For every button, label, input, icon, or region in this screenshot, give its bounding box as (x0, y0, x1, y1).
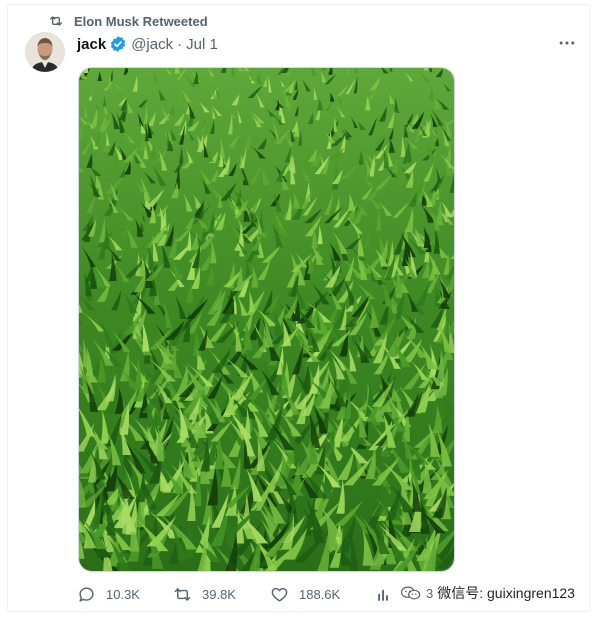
reply-button[interactable]: 10.3K (77, 583, 140, 605)
reply-count: 10.3K (106, 586, 140, 602)
heart-icon (271, 587, 288, 602)
reply-icon (79, 586, 94, 602)
more-icon (559, 41, 575, 45)
like-button[interactable]: 188.6K (270, 583, 340, 605)
verified-badge-icon (111, 36, 126, 52)
watermark-text: 微信号: guixingren123 (437, 585, 575, 601)
retweet-indicator: Elon Musk Retweeted (48, 12, 208, 30)
tweet-media-image[interactable] (78, 67, 455, 572)
like-count: 188.6K (299, 586, 341, 602)
tweet-header: jack @jack · Jul 1 (77, 34, 218, 54)
grass-blade (423, 68, 429, 71)
grass-photo (79, 68, 454, 571)
avatar-image (25, 32, 65, 72)
more-options-button[interactable] (555, 33, 579, 53)
repost-count: 39.8K (202, 586, 236, 602)
retweet-label[interactable]: Elon Musk Retweeted (74, 14, 208, 29)
author-handle[interactable]: @jack (131, 36, 173, 53)
separator-dot: · (177, 35, 183, 53)
views-count: 3 (426, 585, 434, 601)
author-name[interactable]: jack (77, 36, 106, 53)
tweet-date[interactable]: Jul 1 (186, 36, 218, 53)
repost-icon (174, 587, 191, 601)
wechat-logo-icon (401, 586, 421, 600)
views-button[interactable] (375, 583, 394, 605)
repost-button[interactable]: 39.8K (173, 583, 236, 605)
wechat-watermark: 3 微信号: guixingren123 (400, 582, 575, 604)
avatar[interactable] (25, 32, 65, 72)
retweet-icon (50, 16, 62, 26)
views-chart-icon (378, 589, 388, 601)
